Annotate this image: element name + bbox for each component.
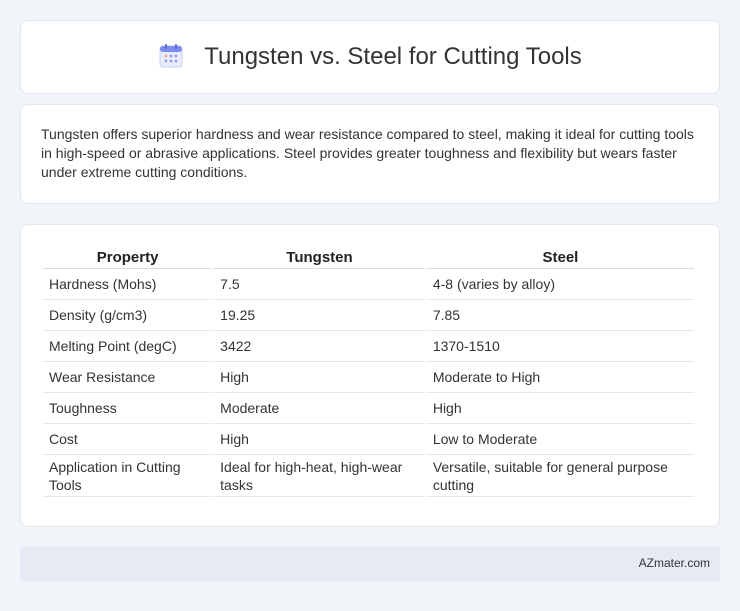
comparison-card: Property Tungsten Steel Hardness (Mohs) …: [20, 224, 720, 527]
column-header-steel: Steel: [426, 245, 694, 269]
table-cell: 7.5: [214, 269, 425, 300]
table-cell: 19.25: [214, 300, 425, 331]
column-header-property: Property: [43, 245, 213, 269]
header-card: Tungsten vs. Steel for Cutting Tools: [20, 20, 720, 94]
table-row: Cost High Low to Moderate: [43, 424, 694, 455]
comparison-table: Property Tungsten Steel Hardness (Mohs) …: [41, 245, 696, 497]
table-cell: Low to Moderate: [426, 424, 694, 455]
table-cell: 3422: [214, 331, 425, 362]
table-header-row: Property Tungsten Steel: [43, 245, 694, 269]
calendar-icon: [159, 44, 183, 68]
table-cell: Toughness: [43, 393, 213, 424]
table-cell: Moderate to High: [426, 362, 694, 393]
summary-card: Tungsten offers superior hardness and we…: [20, 104, 720, 204]
table-cell: Density (g/cm3): [43, 300, 213, 331]
table-cell: High: [214, 362, 425, 393]
table-cell: 1370-1510: [426, 331, 694, 362]
table-cell: Hardness (Mohs): [43, 269, 213, 300]
summary-text: Tungsten offers superior hardness and we…: [41, 126, 694, 180]
table-row: Melting Point (degC) 3422 1370-1510: [43, 331, 694, 362]
page-title: Tungsten vs. Steel for Cutting Tools: [204, 43, 582, 70]
table-row: Application in Cutting Tools Ideal for h…: [43, 455, 694, 497]
table-row: Toughness Moderate High: [43, 393, 694, 424]
table-cell: 4-8 (varies by alloy): [426, 269, 694, 300]
table-cell: Cost: [43, 424, 213, 455]
header: Tungsten vs. Steel for Cutting Tools: [158, 43, 582, 71]
table-row: Hardness (Mohs) 7.5 4-8 (varies by alloy…: [43, 269, 694, 300]
table-cell: High: [426, 393, 694, 424]
table-cell: Application in Cutting Tools: [43, 455, 213, 497]
table-row: Density (g/cm3) 19.25 7.85: [43, 300, 694, 331]
table-cell: Ideal for high-heat, high-wear tasks: [214, 455, 425, 497]
table-cell: High: [214, 424, 425, 455]
footer-brand: AZmater.com: [638, 556, 710, 570]
table-cell: 7.85: [426, 300, 694, 331]
table-cell: Moderate: [214, 393, 425, 424]
footer: AZmater.com: [20, 547, 720, 581]
column-header-tungsten: Tungsten: [214, 245, 425, 269]
table-cell: Versatile, suitable for general purpose …: [426, 455, 694, 497]
table-cell: Melting Point (degC): [43, 331, 213, 362]
table-row: Wear Resistance High Moderate to High: [43, 362, 694, 393]
table-cell: Wear Resistance: [43, 362, 213, 393]
